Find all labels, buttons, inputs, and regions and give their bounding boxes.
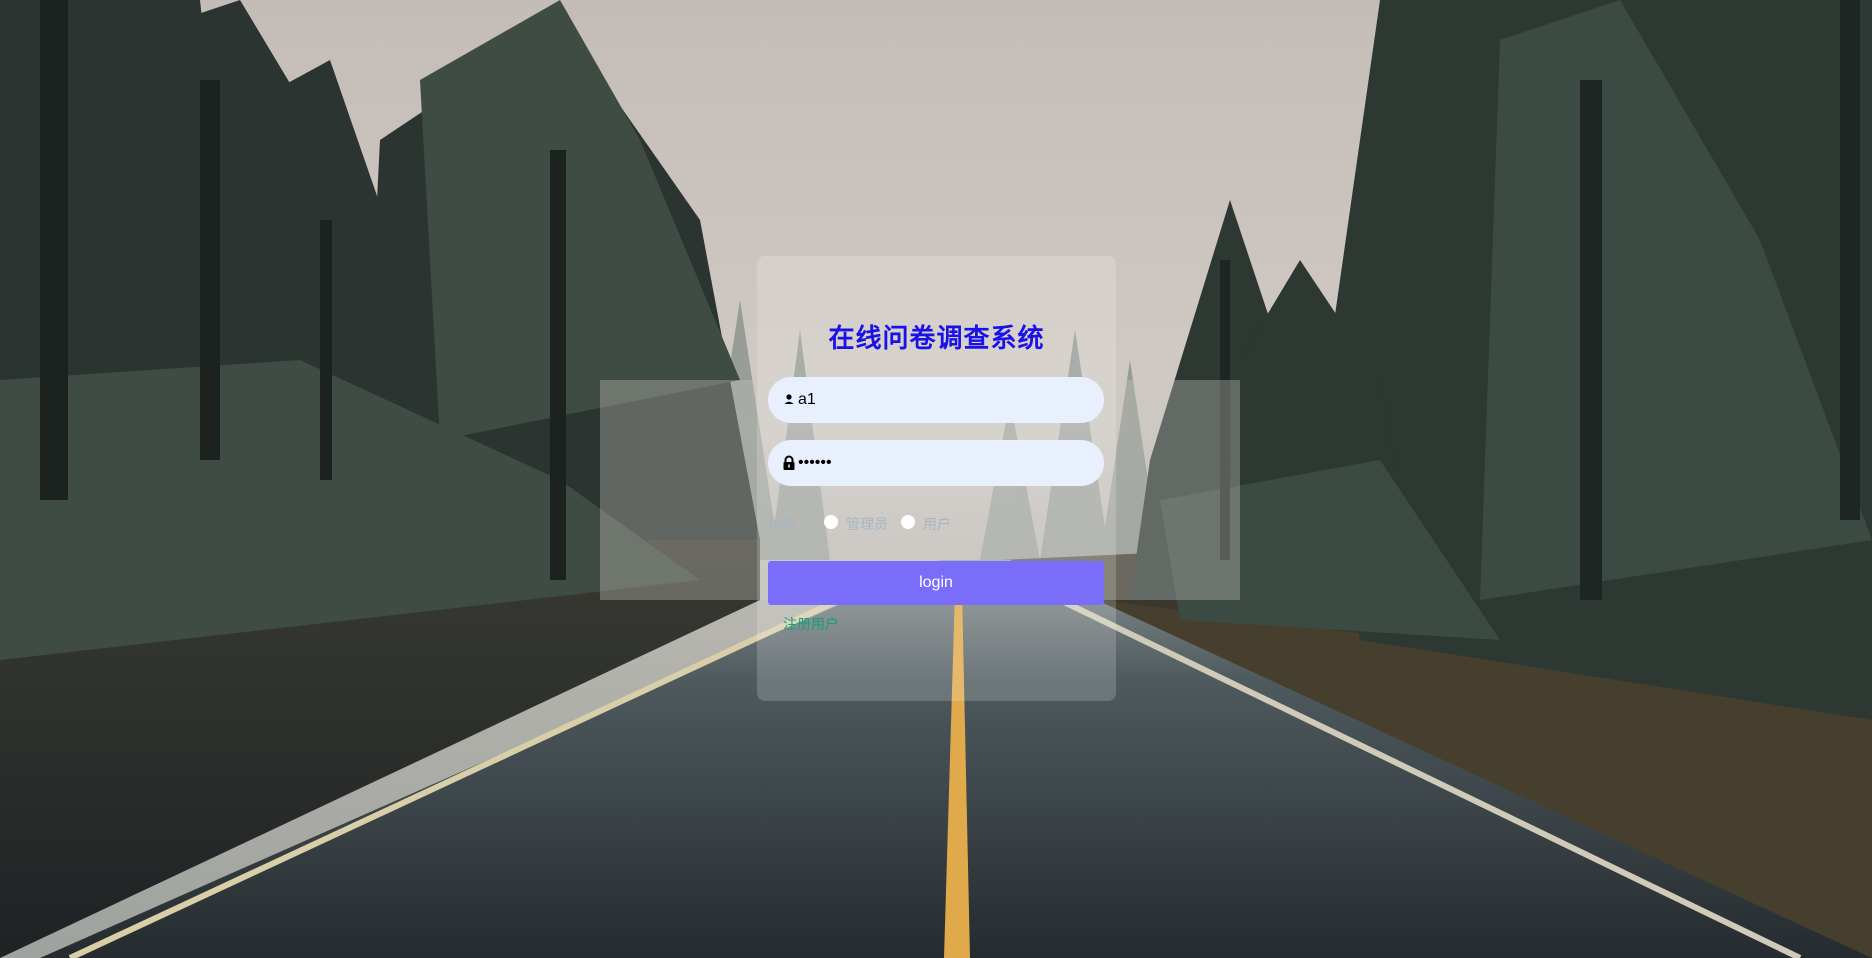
role-label: 角色 — [768, 516, 796, 532]
page-title: 在线问卷调查系统 — [828, 323, 1045, 353]
lock-icon — [779, 453, 799, 473]
register-link[interactable]: 注册用户 — [783, 614, 839, 634]
username-field[interactable] — [768, 377, 1104, 423]
role-user-radio[interactable] — [901, 515, 915, 529]
login-page: 在线问卷调查系统 角色 管理员 — [0, 0, 1872, 958]
role-user-label[interactable]: 用户 — [923, 514, 951, 534]
username-input[interactable] — [798, 377, 1088, 423]
role-admin-label[interactable]: 管理员 — [846, 514, 888, 534]
login-button[interactable]: login — [768, 561, 1104, 605]
password-input[interactable] — [798, 440, 1088, 486]
role-admin-radio[interactable] — [824, 515, 838, 529]
user-icon — [779, 390, 799, 410]
role-selector: 角色 管理员 用户 — [768, 512, 1104, 534]
login-card: 在线问卷调查系统 角色 管理员 — [757, 256, 1116, 701]
password-field[interactable] — [768, 440, 1104, 486]
